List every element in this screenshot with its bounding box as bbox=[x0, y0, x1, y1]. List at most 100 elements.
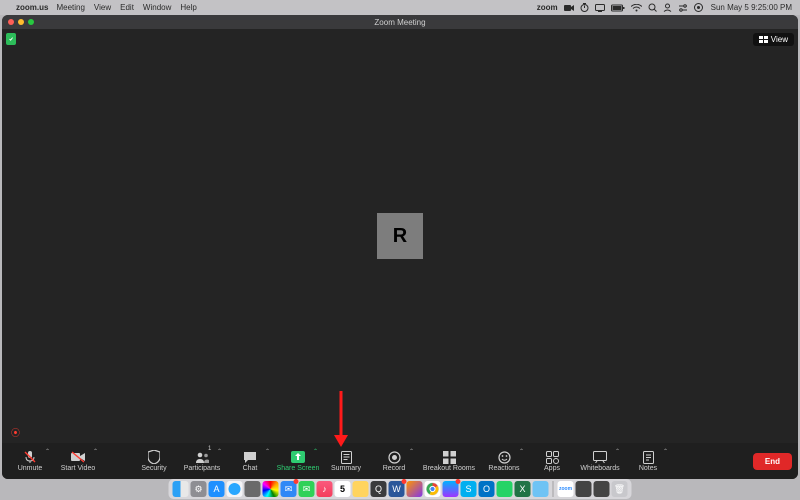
dock-app-icon[interactable] bbox=[576, 481, 592, 497]
dock-music-icon[interactable]: ♪ bbox=[317, 481, 333, 497]
reactions-button[interactable]: Reactions ⌃ bbox=[482, 445, 526, 477]
participant-avatar: R bbox=[377, 213, 423, 259]
menubar-item-view[interactable]: View bbox=[94, 3, 111, 12]
unmute-button[interactable]: Unmute ⌃ bbox=[8, 445, 52, 477]
share-screen-icon bbox=[291, 450, 305, 464]
participants-button[interactable]: Participants ⌃ 1 bbox=[180, 445, 224, 477]
menubar-user-icon[interactable] bbox=[663, 3, 672, 12]
dock-preview-icon[interactable] bbox=[245, 481, 261, 497]
end-button-label: End bbox=[765, 457, 780, 466]
menubar-display-icon[interactable] bbox=[595, 4, 605, 12]
apps-icon bbox=[545, 450, 559, 464]
dock-word-icon[interactable]: W bbox=[389, 481, 405, 497]
chevron-up-icon[interactable]: ⌃ bbox=[615, 448, 620, 455]
mac-menubar: zoom.us Meeting View Edit Window Help zo… bbox=[0, 0, 800, 15]
dock-trash-icon[interactable]: 🗑 bbox=[612, 481, 628, 497]
dock-app-icon[interactable] bbox=[594, 481, 610, 497]
menubar-timer-icon[interactable] bbox=[580, 3, 589, 12]
shield-icon bbox=[147, 450, 161, 464]
chevron-up-icon[interactable]: ⌃ bbox=[663, 448, 668, 455]
menubar-zoom-brand[interactable]: zoom bbox=[537, 3, 558, 12]
dock-excel-icon[interactable]: X bbox=[515, 481, 531, 497]
menubar-item-edit[interactable]: Edit bbox=[120, 3, 134, 12]
dock-zoom-icon[interactable]: zoom bbox=[558, 481, 574, 497]
encryption-shield-icon[interactable] bbox=[6, 33, 16, 45]
record-label: Record bbox=[383, 465, 406, 472]
annotation-arrow-icon bbox=[332, 389, 350, 449]
security-button[interactable]: Security bbox=[132, 445, 176, 477]
breakout-rooms-label: Breakout Rooms bbox=[423, 465, 475, 472]
start-video-button[interactable]: Start Video ⌃ bbox=[56, 445, 100, 477]
dock-firefox-icon[interactable] bbox=[407, 481, 423, 497]
dock-skype-icon[interactable]: S bbox=[461, 481, 477, 497]
breakout-rooms-icon bbox=[442, 450, 456, 464]
dock-finder-icon[interactable] bbox=[173, 481, 189, 497]
dock-chrome-icon[interactable] bbox=[425, 481, 441, 497]
end-button[interactable]: End bbox=[753, 453, 792, 470]
summary-button[interactable]: Summary bbox=[324, 445, 368, 477]
menubar-control-center-icon[interactable] bbox=[678, 4, 688, 12]
menubar-search-icon[interactable] bbox=[648, 3, 657, 12]
chat-button[interactable]: Chat ⌃ bbox=[228, 445, 272, 477]
dock-folder-icon[interactable] bbox=[533, 481, 549, 497]
chevron-up-icon[interactable]: ⌃ bbox=[519, 448, 524, 455]
summary-label: Summary bbox=[331, 465, 361, 472]
mac-dock: ⚙ A ✉ ✉ ♪ 5 Q W S O X zoom 🗑 bbox=[169, 479, 632, 499]
menubar-camera-icon[interactable] bbox=[564, 4, 574, 12]
menubar-item-meeting[interactable]: Meeting bbox=[56, 3, 84, 12]
chevron-up-icon[interactable]: ⌃ bbox=[217, 448, 222, 455]
notes-button[interactable]: Notes ⌃ bbox=[626, 445, 670, 477]
record-icon bbox=[387, 450, 401, 464]
menubar-wifi-icon[interactable] bbox=[631, 4, 642, 12]
view-button[interactable]: View bbox=[753, 33, 794, 46]
avatar-initial: R bbox=[393, 225, 407, 248]
apps-button[interactable]: Apps bbox=[530, 445, 574, 477]
video-off-icon bbox=[71, 450, 85, 464]
chevron-up-icon[interactable]: ⌃ bbox=[409, 448, 414, 455]
zoom-window: Zoom Meeting View R ⦿ Unmute ⌃ Start Vid… bbox=[2, 15, 798, 479]
recording-indicator-icon: ⦿ bbox=[11, 426, 20, 439]
share-screen-label: Share Screen bbox=[277, 465, 320, 472]
dock-colorwheel-icon[interactable] bbox=[263, 481, 279, 497]
participants-icon bbox=[195, 450, 209, 464]
dock-calendar-icon[interactable]: 5 bbox=[335, 481, 351, 497]
participants-label: Participants bbox=[184, 465, 221, 472]
reactions-label: Reactions bbox=[488, 465, 519, 472]
breakout-rooms-button[interactable]: Breakout Rooms bbox=[420, 445, 478, 477]
notes-label: Notes bbox=[639, 465, 657, 472]
menubar-app-name[interactable]: zoom.us bbox=[16, 3, 48, 12]
menubar-siri-icon[interactable] bbox=[694, 3, 703, 12]
chat-label: Chat bbox=[243, 465, 258, 472]
dock-messages-icon[interactable]: ✉ bbox=[299, 481, 315, 497]
whiteboards-button[interactable]: Whiteboards ⌃ bbox=[578, 445, 622, 477]
record-button[interactable]: Record ⌃ bbox=[372, 445, 416, 477]
menubar-item-window[interactable]: Window bbox=[143, 3, 171, 12]
security-label: Security bbox=[141, 465, 166, 472]
dock-safari-icon[interactable] bbox=[227, 481, 243, 497]
chevron-up-icon[interactable]: ⌃ bbox=[265, 448, 270, 455]
view-button-label: View bbox=[771, 35, 788, 44]
summary-icon bbox=[339, 450, 353, 464]
dock-mail-icon[interactable]: ✉ bbox=[281, 481, 297, 497]
microphone-muted-icon bbox=[23, 450, 37, 464]
dock-outlook-icon[interactable]: O bbox=[479, 481, 495, 497]
menubar-item-help[interactable]: Help bbox=[180, 3, 196, 12]
participants-count: 1 bbox=[208, 446, 211, 452]
zoom-toolbar: Unmute ⌃ Start Video ⌃ Security Particip… bbox=[2, 443, 798, 479]
menubar-clock[interactable]: Sun May 5 9:25:00 PM bbox=[711, 3, 792, 12]
menubar-battery-icon[interactable] bbox=[611, 4, 625, 12]
dock-settings-icon[interactable]: ⚙ bbox=[191, 481, 207, 497]
zoom-titlebar: Zoom Meeting bbox=[2, 15, 798, 29]
whiteboard-icon bbox=[593, 450, 607, 464]
chevron-up-icon[interactable]: ⌃ bbox=[93, 448, 98, 455]
reactions-icon bbox=[497, 450, 511, 464]
chevron-up-icon[interactable]: ⌃ bbox=[45, 448, 50, 455]
dock-notes-icon[interactable] bbox=[353, 481, 369, 497]
zoom-window-title: Zoom Meeting bbox=[2, 18, 798, 27]
chevron-up-icon[interactable]: ⌃ bbox=[313, 448, 318, 455]
dock-quicktime-icon[interactable]: Q bbox=[371, 481, 387, 497]
dock-appstore-icon[interactable]: A bbox=[209, 481, 225, 497]
dock-messenger-icon[interactable] bbox=[443, 481, 459, 497]
share-screen-button[interactable]: Share Screen ⌃ bbox=[276, 445, 320, 477]
dock-whatsapp-icon[interactable] bbox=[497, 481, 513, 497]
